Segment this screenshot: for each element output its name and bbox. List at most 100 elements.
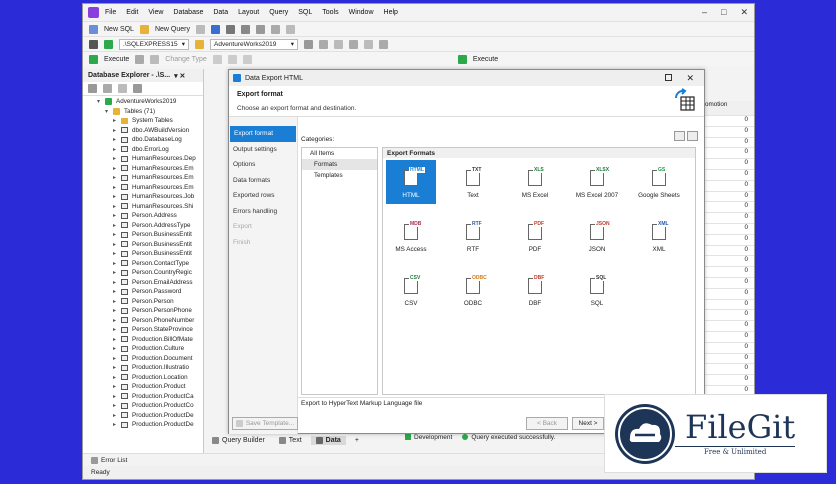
execute-button[interactable]: Execute — [104, 56, 129, 63]
save-icon[interactable] — [210, 24, 220, 34]
expand-icon[interactable]: ▸ — [113, 165, 118, 172]
tree-table-item[interactable]: ▸ Production.ProductCa — [83, 392, 203, 402]
paste-icon[interactable] — [255, 24, 265, 34]
grid-cell[interactable]: 0 — [703, 127, 754, 138]
menu-item[interactable]: Window — [349, 9, 374, 16]
tree-table-item[interactable]: ▸ HumanResources.Dep — [83, 154, 203, 164]
refresh-icon[interactable] — [135, 54, 145, 64]
copy-icon[interactable] — [240, 24, 250, 34]
tree-table-item[interactable]: ▸ Person.ContactType — [83, 259, 203, 269]
tree-table-item[interactable]: ▸ dbo.DatabaseLog — [83, 135, 203, 145]
tool-icon[interactable] — [349, 39, 358, 49]
tree-table-item[interactable]: ▸ Person.BusinessEntit — [83, 240, 203, 250]
category-item[interactable]: All Items — [302, 148, 377, 159]
format-option[interactable]: DBF DBF — [510, 268, 560, 312]
collapse-icon[interactable]: ▾ — [97, 98, 102, 105]
expand-icon[interactable]: ▸ — [113, 203, 118, 210]
grid-cell[interactable]: 0 — [703, 202, 754, 214]
format-option[interactable]: RTF RTF — [448, 214, 498, 258]
wizard-step[interactable]: Options — [229, 157, 297, 173]
grid-cell[interactable]: 0 — [703, 267, 754, 278]
grid-cell[interactable]: 0 — [703, 343, 754, 354]
grid-cell[interactable]: 0 — [703, 354, 754, 365]
close-icon[interactable] — [103, 84, 112, 93]
expand-icon[interactable]: ▸ — [113, 345, 118, 352]
grid-cell[interactable]: 0 — [703, 235, 754, 246]
wizard-step[interactable]: Exported rows — [229, 188, 297, 204]
expand-icon[interactable]: ▸ — [113, 193, 118, 200]
tree-table-item[interactable]: ▸ Person.Address — [83, 211, 203, 221]
format-option[interactable]: HTML HTML — [386, 160, 436, 204]
expand-icon[interactable]: ▸ — [113, 402, 118, 409]
wizard-step[interactable]: Export — [229, 219, 297, 235]
wizard-step[interactable]: Output settings — [229, 142, 297, 158]
connect-icon[interactable] — [89, 39, 98, 49]
expand-icon[interactable]: ▸ — [113, 421, 118, 428]
grid-cell[interactable]: 0 — [703, 332, 754, 343]
category-item[interactable]: Templates — [302, 170, 377, 181]
format-option[interactable]: ODBC ODBC — [448, 268, 498, 312]
menu-item[interactable]: File — [105, 9, 116, 16]
tree-table-item[interactable]: ▸ Person.AddressType — [83, 221, 203, 231]
expand-icon[interactable]: ▸ — [113, 250, 118, 257]
undo-icon[interactable] — [270, 24, 280, 34]
wizard-step[interactable]: Finish — [229, 235, 297, 251]
expand-icon[interactable]: ▸ — [113, 374, 118, 381]
expand-icon[interactable]: ▸ — [113, 355, 118, 362]
tree-table-item[interactable]: ▸ Person.Password — [83, 287, 203, 297]
tool-icon[interactable] — [212, 54, 222, 64]
expand-icon[interactable]: ▸ — [113, 336, 118, 343]
tree-table-item[interactable]: ▸ dbo.AWBuildVersion — [83, 126, 203, 136]
grid-cell[interactable]: 0 — [703, 289, 754, 300]
tree-table-item[interactable]: ▸ Person.PersonPhone — [83, 306, 203, 316]
tree-table-item[interactable]: ▸ HumanResources.Em — [83, 183, 203, 193]
wizard-step[interactable]: Data formats — [229, 173, 297, 189]
maximize-icon[interactable] — [665, 74, 672, 81]
grid-view-icon[interactable] — [674, 131, 685, 141]
tree-table-item[interactable]: ▸ Production.BillOfMate — [83, 335, 203, 345]
grid-cell[interactable]: 0 — [703, 170, 754, 181]
close-icon[interactable]: ✕ — [740, 7, 748, 18]
category-item[interactable]: Formats — [302, 159, 377, 170]
expand-icon[interactable]: ▸ — [113, 260, 118, 267]
grid-cell[interactable]: 0 — [703, 364, 754, 376]
grid-cell[interactable]: 0 — [703, 278, 754, 289]
grid-cell[interactable]: 0 — [703, 116, 754, 127]
expand-icon[interactable]: ▸ — [113, 212, 118, 219]
new-query-button[interactable]: New Query — [155, 26, 190, 33]
menu-item[interactable]: SQL — [298, 9, 312, 16]
grid-cell[interactable]: 0 — [703, 138, 754, 149]
expand-icon[interactable]: ▸ — [113, 146, 118, 153]
back-button[interactable]: < Back — [526, 417, 568, 430]
grid-cell[interactable]: 0 — [703, 300, 754, 311]
tab-text[interactable]: Text — [274, 436, 307, 445]
format-option[interactable]: TXT Text — [448, 160, 498, 204]
database-combo[interactable]: AdventureWorks2019 ▾ — [210, 38, 298, 50]
grid-cell[interactable]: 0 — [703, 256, 754, 268]
format-option[interactable]: GS Google Sheets — [634, 160, 684, 204]
format-option[interactable]: XLSX MS Excel 2007 — [572, 160, 622, 204]
filter-icon[interactable] — [118, 84, 127, 93]
tree-table-item[interactable]: ▸ Person.BusinessEntit — [83, 249, 203, 259]
expand-icon[interactable]: ▸ — [113, 307, 118, 314]
expand-icon[interactable]: ▸ — [113, 279, 118, 286]
redo-icon[interactable] — [285, 24, 295, 34]
tab-query-builder[interactable]: Query Builder — [207, 436, 270, 445]
format-option[interactable]: CSV CSV — [386, 268, 436, 312]
add-tab-button[interactable]: + — [350, 436, 364, 445]
tree-table-item[interactable]: ▸ Person.EmailAddress — [83, 278, 203, 288]
collapse-icon[interactable]: ▾ — [105, 108, 110, 115]
expand-icon[interactable]: ▸ — [113, 184, 118, 191]
menu-item[interactable]: Query — [269, 9, 288, 16]
tree-table-item[interactable]: ▸ Production.Culture — [83, 344, 203, 354]
grid-cell[interactable]: 0 — [703, 192, 754, 203]
tree-tables[interactable]: ▾ Tables (71) — [83, 107, 203, 117]
maximize-icon[interactable]: □ — [721, 7, 726, 18]
minimize-icon[interactable]: – — [702, 7, 707, 18]
menu-item[interactable]: Layout — [238, 9, 259, 16]
new-sql-button[interactable]: New SQL — [104, 26, 134, 33]
tool-icon[interactable] — [319, 39, 328, 49]
expand-icon[interactable]: ▸ — [113, 317, 118, 324]
grid-cell[interactable]: 0 — [703, 375, 754, 386]
expand-icon[interactable]: ▸ — [113, 222, 118, 229]
